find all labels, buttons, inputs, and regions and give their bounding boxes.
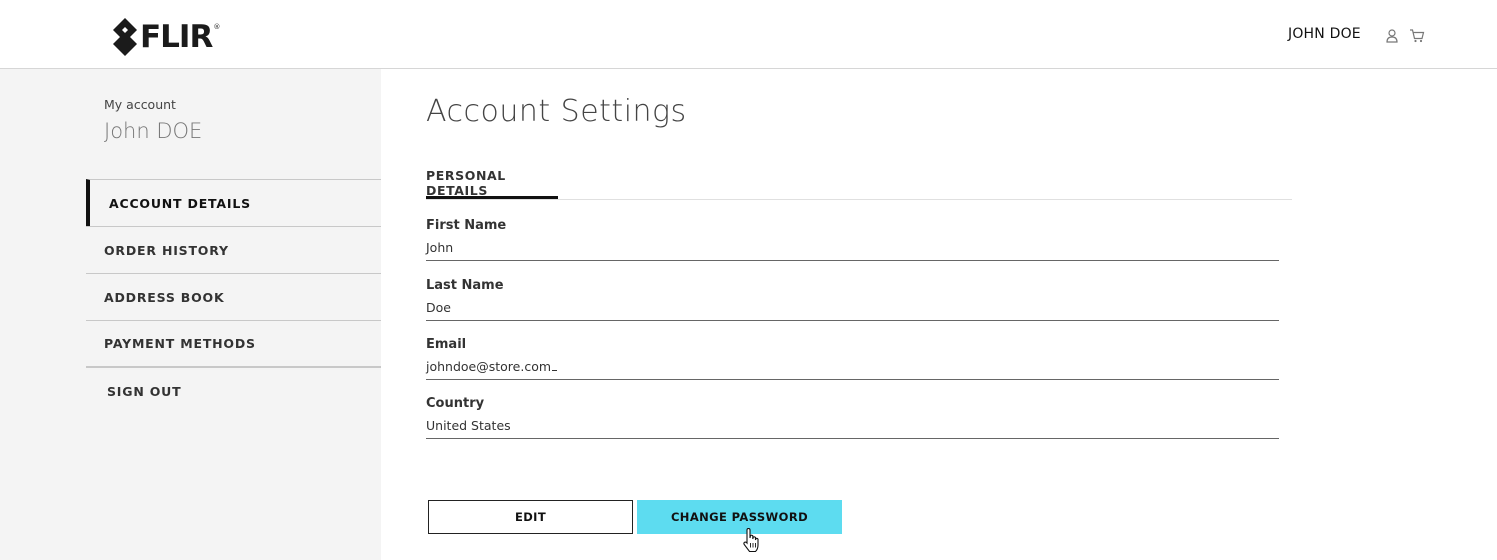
- user-icon[interactable]: [1386, 28, 1398, 47]
- sidebar-item-sign-out[interactable]: SIGN OUT: [86, 367, 381, 414]
- change-password-button[interactable]: CHANGE PASSWORD: [637, 500, 842, 534]
- top-header: FLIR ® JOHN DOE: [0, 0, 1497, 69]
- last-name-label: Last Name: [426, 278, 504, 293]
- text-caret: [552, 360, 558, 371]
- cart-icon[interactable]: [1409, 28, 1425, 47]
- my-account-label: My account: [104, 97, 176, 112]
- flir-diamond-icon: [113, 18, 137, 56]
- hand-pointer-cursor-icon: [741, 527, 761, 558]
- email-label: Email: [426, 337, 467, 352]
- tab-personal-details[interactable]: PERSONAL DETAILS: [426, 160, 558, 199]
- tab-bar: PERSONAL DETAILS: [426, 160, 1292, 200]
- last-name-value: Doe: [426, 300, 451, 315]
- logo-registered-mark: ®: [213, 23, 221, 31]
- first-name-value: John: [426, 240, 454, 255]
- email-value-wrap: johndoe@store.com: [426, 359, 558, 374]
- first-name-label: First Name: [426, 218, 507, 233]
- last-name-field: Last Name Doe: [426, 278, 1279, 321]
- header-user-name[interactable]: JOHN DOE: [1288, 26, 1361, 42]
- sidebar-item-order-history[interactable]: ORDER HISTORY: [86, 226, 381, 273]
- flir-logo[interactable]: FLIR ®: [112, 17, 221, 57]
- country-label: Country: [426, 396, 485, 411]
- edit-button[interactable]: EDIT: [428, 500, 633, 534]
- sidebar-item-payment-methods[interactable]: PAYMENT METHODS: [86, 320, 381, 367]
- sidebar-item-account-details[interactable]: ACCOUNT DETAILS: [86, 179, 381, 226]
- account-nav: ACCOUNT DETAILS ORDER HISTORY ADDRESS BO…: [86, 179, 381, 414]
- email-value: johndoe@store.com: [426, 359, 552, 374]
- country-value: United States: [426, 418, 511, 433]
- account-sidebar: My account John DOE ACCOUNT DETAILS ORDE…: [0, 69, 381, 560]
- country-field: Country United States: [426, 396, 1279, 439]
- email-field: Email johndoe@store.com: [426, 337, 1279, 380]
- logo-text: FLIR: [140, 19, 213, 55]
- sidebar-item-address-book[interactable]: ADDRESS BOOK: [86, 273, 381, 320]
- sidebar-user-name: John DOE: [104, 119, 203, 143]
- page-title: Account Settings: [426, 94, 687, 129]
- first-name-field: First Name John: [426, 218, 1279, 261]
